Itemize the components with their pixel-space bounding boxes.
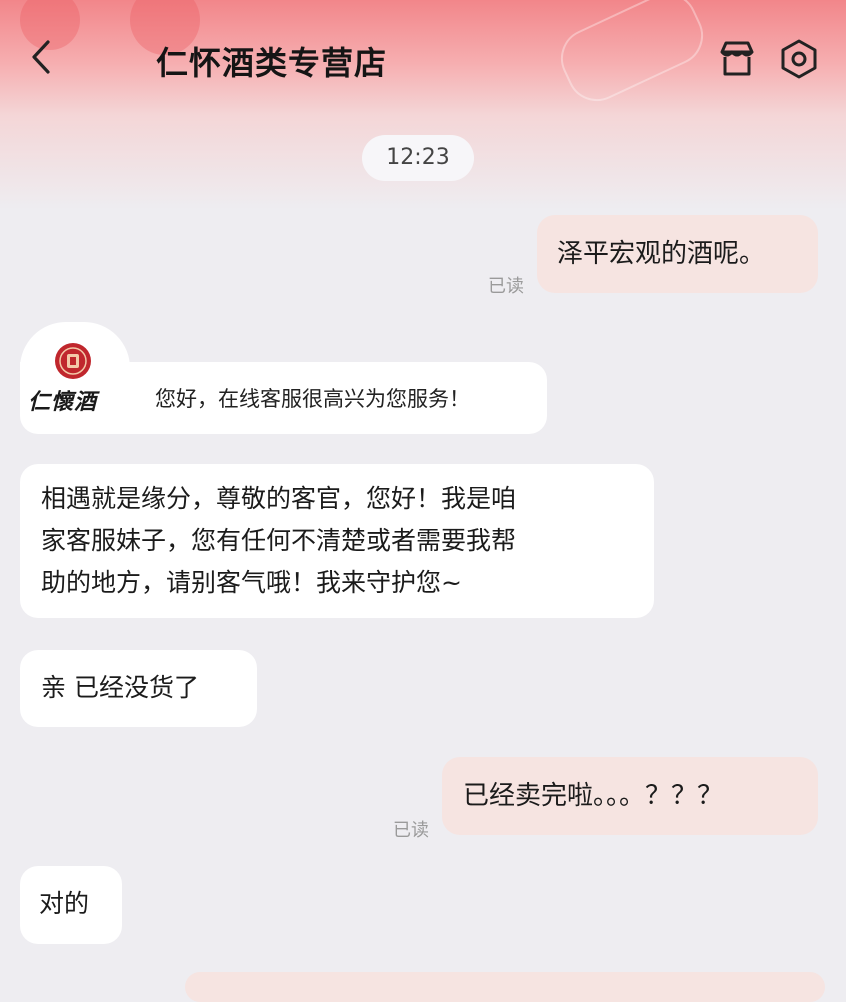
back-button[interactable]: [24, 32, 64, 82]
read-status: 已读: [488, 276, 524, 297]
message-line: 相遇就是缘分，尊敬的客官，您好！我是咱: [41, 484, 517, 513]
outgoing-message[interactable]: 泽平宏观的酒呢。: [537, 215, 818, 293]
incoming-message[interactable]: 相遇就是缘分，尊敬的客官，您好！我是咱 家客服妹子，您有任何不清楚或者需要我帮 …: [20, 464, 654, 618]
message-text: 泽平宏观的酒呢。: [557, 239, 766, 269]
message-text: 对的: [39, 889, 90, 918]
message-text: 已经卖完啦。。。？？？: [463, 781, 724, 811]
welcome-text: 您好，在线客服很高兴为您服务！: [155, 387, 470, 411]
message-text: 亲 已经没货了: [41, 673, 199, 702]
message-line: 家客服妹子，您有任何不清楚或者需要我帮: [41, 526, 517, 555]
page-title: 仁怀酒类专营店: [156, 44, 388, 82]
incoming-message[interactable]: 对的: [20, 866, 122, 944]
brand-logo: 仁懷酒: [28, 389, 98, 415]
chat-header: 仁怀酒类专营店: [0, 20, 846, 100]
timestamp-chip: 12:23: [362, 135, 474, 181]
partial-outgoing-message: [185, 972, 825, 1002]
brand-seal-icon: [55, 343, 91, 379]
outgoing-message[interactable]: 已经卖完啦。。。？？？: [442, 757, 818, 835]
chevron-left-icon: [32, 40, 50, 74]
shop-button[interactable]: [714, 36, 760, 82]
read-status: 已读: [393, 820, 429, 841]
incoming-message[interactable]: 亲 已经没货了: [20, 650, 257, 727]
storefront-icon: [720, 41, 754, 76]
settings-button[interactable]: [776, 36, 822, 82]
message-line: 助的地方，请别客气哦！我来守护您~: [41, 568, 462, 597]
hexagon-settings-icon: [781, 39, 817, 79]
